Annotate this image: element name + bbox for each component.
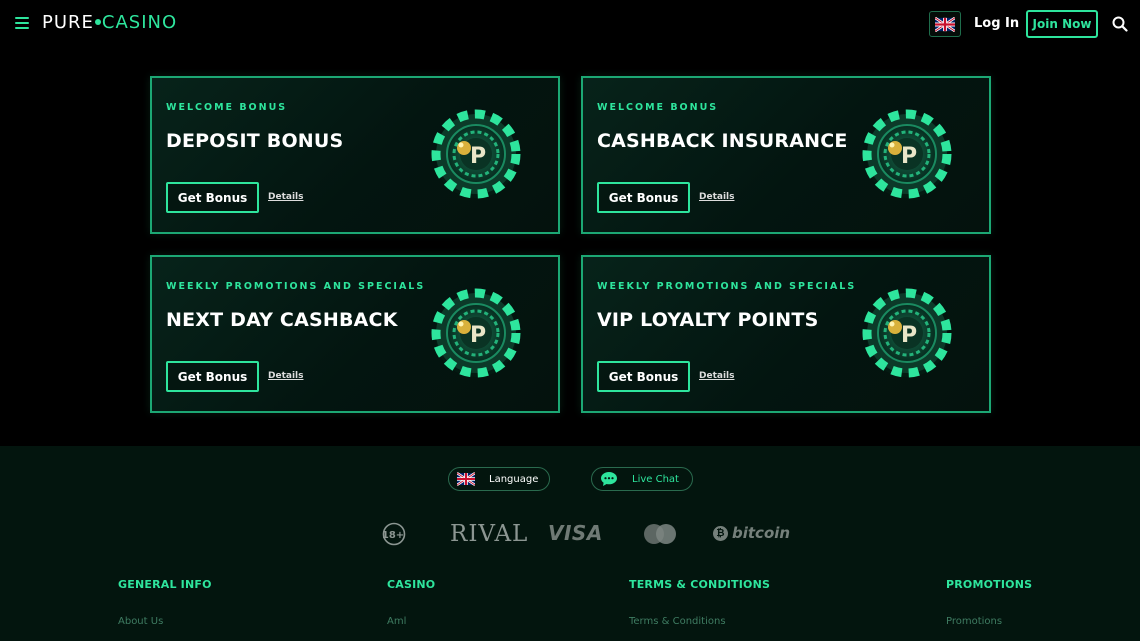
site-logo[interactable]: PURE CASINO: [42, 12, 177, 33]
footer-link-promotions[interactable]: Promotions: [946, 616, 1002, 627]
footer-heading-casino: CASINO: [387, 578, 436, 591]
site-footer: Language Live Chat 18+ RIVAL VISA ₿ bitc…: [0, 446, 1140, 641]
details-link[interactable]: Details: [699, 192, 734, 202]
uk-flag-icon: [935, 16, 955, 32]
casino-chip-icon: [428, 287, 524, 383]
card-eyebrow: WEEKLY PROMOTIONS AND SPECIALS: [166, 281, 426, 292]
payment-logos: 18+ RIVAL VISA ₿ bitcoin: [0, 519, 1140, 549]
bitcoin-icon: ₿: [713, 525, 728, 541]
bitcoin-label: bitcoin: [732, 524, 791, 542]
top-header: PURE CASINO Log In Join Now: [0, 0, 1140, 48]
uk-flag-icon: [457, 472, 475, 486]
card-title: NEXT DAY CASHBACK: [166, 309, 398, 331]
logo-text-pure: PURE: [42, 12, 94, 33]
casino-chip-icon: [428, 108, 524, 204]
promo-card-deposit-bonus: WELCOME BONUS DEPOSIT BONUS Get Bonus De…: [150, 76, 560, 234]
card-title: CASHBACK INSURANCE: [597, 130, 848, 152]
search-icon[interactable]: [1112, 16, 1128, 32]
visa-logo: VISA: [548, 521, 603, 545]
card-title: DEPOSIT BONUS: [166, 130, 344, 152]
promo-card-next-day-cashback: WEEKLY PROMOTIONS AND SPECIALS NEXT DAY …: [150, 255, 560, 413]
details-link[interactable]: Details: [268, 192, 303, 202]
bitcoin-logo: ₿ bitcoin: [713, 524, 790, 542]
logo-text-casino: CASINO: [101, 12, 178, 33]
promo-card-cashback-insurance: WELCOME BONUS CASHBACK INSURANCE Get Bon…: [581, 76, 991, 234]
rival-logo: RIVAL: [450, 521, 529, 547]
casino-chip-icon: [859, 108, 955, 204]
live-chat-button[interactable]: Live Chat: [591, 467, 693, 491]
get-bonus-button[interactable]: Get Bonus: [166, 361, 259, 392]
promo-card-vip-loyalty-points: WEEKLY PROMOTIONS AND SPECIALS VIP LOYAL…: [581, 255, 991, 413]
card-title: VIP LOYALTY POINTS: [597, 309, 819, 331]
card-eyebrow: WELCOME BONUS: [597, 102, 719, 113]
footer-link-about-us[interactable]: About Us: [118, 616, 163, 627]
card-eyebrow: WELCOME BONUS: [166, 102, 288, 113]
details-link[interactable]: Details: [268, 371, 303, 381]
age-18-plus-icon: 18+: [382, 522, 406, 546]
get-bonus-button[interactable]: Get Bonus: [597, 361, 690, 392]
get-bonus-button[interactable]: Get Bonus: [166, 182, 259, 213]
login-button[interactable]: Log In: [974, 16, 1019, 31]
card-eyebrow: WEEKLY PROMOTIONS AND SPECIALS: [597, 281, 857, 292]
footer-link-aml[interactable]: Aml: [387, 616, 406, 627]
join-now-button[interactable]: Join Now: [1026, 10, 1098, 38]
language-label: Language: [489, 473, 539, 485]
get-bonus-button[interactable]: Get Bonus: [597, 182, 690, 213]
age-label: 18+: [382, 530, 404, 541]
mastercard-logo-icon: [644, 524, 676, 544]
hamburger-menu-icon[interactable]: [15, 17, 29, 29]
footer-link-terms[interactable]: Terms & Conditions: [629, 616, 726, 627]
details-link[interactable]: Details: [699, 371, 734, 381]
language-flag-button[interactable]: [929, 11, 961, 37]
language-selector[interactable]: Language: [448, 467, 550, 491]
footer-heading-general-info: GENERAL INFO: [118, 578, 212, 591]
chat-bubble-icon: [601, 472, 617, 486]
footer-heading-promotions: PROMOTIONS: [946, 578, 1033, 591]
casino-chip-icon: [859, 287, 955, 383]
footer-heading-terms: TERMS & CONDITIONS: [629, 578, 771, 591]
live-chat-label: Live Chat: [632, 473, 679, 485]
